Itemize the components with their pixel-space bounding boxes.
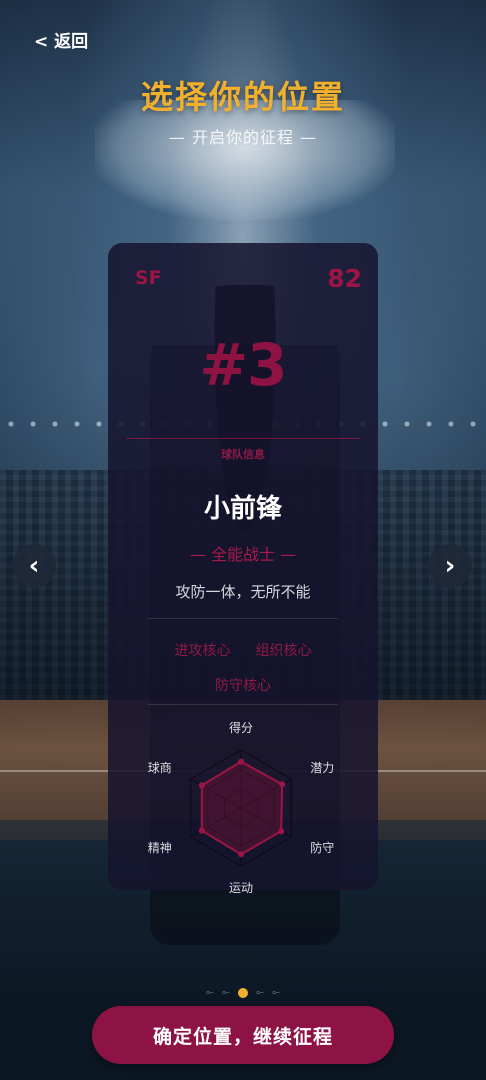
radar-point	[198, 782, 205, 789]
position-description: 攻防一体，无所不能	[175, 583, 311, 601]
previous-position-button[interactable]: ‹	[12, 544, 56, 588]
card-divider	[126, 438, 360, 439]
next-position-button[interactable]: ›	[428, 544, 472, 588]
radar-point	[279, 781, 286, 788]
role-tag: 防守核心	[215, 678, 271, 694]
role-tag: 进攻核心	[174, 643, 231, 659]
position-card[interactable]: SF 82 #3 球队信息 小前锋 — 全能战士 — 攻防一体，无所不能 进攻核…	[108, 243, 378, 895]
position-rating: 82	[327, 264, 362, 293]
position-code: SF	[135, 267, 162, 289]
pagination-dot-active[interactable]	[238, 987, 248, 998]
ability-radar-chart: 得分 潜力 防守 运动 精神 球商	[148, 720, 335, 895]
page-title: 选择你的位置	[140, 78, 345, 116]
scoreboard-glow	[95, 100, 395, 220]
radar-axis-label: 得分	[229, 720, 253, 735]
page-subtitle: — 开启你的征程 —	[168, 128, 318, 147]
radar-value-area	[200, 760, 284, 856]
radar-point	[238, 758, 244, 765]
radar-axis-label: 精神	[148, 841, 172, 855]
back-button[interactable]: < 返回	[34, 27, 88, 52]
role-tags: 进攻核心 组织核心 防守核心	[138, 633, 348, 703]
card-divider	[148, 704, 338, 705]
position-name: 小前锋	[203, 494, 282, 524]
card-divider	[148, 618, 338, 619]
pagination-dot[interactable]: ⟜	[272, 987, 280, 998]
radar-axis-label: 运动	[229, 881, 253, 895]
pagination-dots: ⟜ ⟜ ⟜ ⟜	[0, 987, 486, 998]
chevron-left-icon: ‹	[28, 551, 40, 581]
pagination-dot[interactable]: ⟜	[222, 987, 230, 998]
radar-axis-label: 防守	[310, 840, 334, 855]
radar-axis-label: 球商	[148, 760, 172, 775]
position-tagline: — 全能战士 —	[189, 545, 297, 564]
role-tag: 组织核心	[255, 643, 312, 659]
team-info-label: 球队信息	[221, 448, 265, 461]
radar-axis-label: 潜力	[310, 761, 334, 775]
confirm-position-button[interactable]: 确定位置，继续征程	[92, 1006, 394, 1064]
radar-point	[198, 827, 205, 834]
chevron-right-icon: ›	[444, 551, 456, 581]
radar-point	[238, 851, 244, 858]
pagination-dot[interactable]: ⟜	[256, 987, 264, 998]
jersey-number: #3	[199, 331, 288, 399]
pagination-dot[interactable]: ⟜	[206, 987, 214, 998]
radar-point	[278, 828, 285, 835]
